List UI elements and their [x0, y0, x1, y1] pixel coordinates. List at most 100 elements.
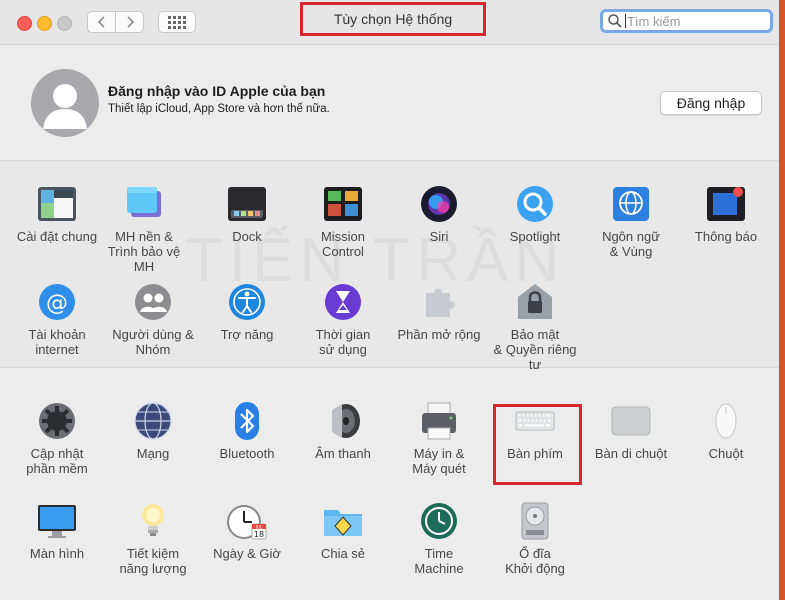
navigation-buttons	[87, 11, 144, 33]
trackpad-icon	[611, 406, 651, 436]
item-label: Bàn phím	[507, 446, 563, 461]
mouse-icon	[715, 403, 737, 439]
pref-security-privacy[interactable]: Bảo mật & Quyền riêng tư	[487, 281, 583, 372]
item-label: Thông báo	[694, 229, 758, 244]
pref-desktop-screensaver[interactable]: MH nền & Trình bảo vệ MH	[96, 183, 192, 274]
notifications-icon	[707, 187, 745, 221]
window-title: Tùy chọn Hệ thống	[300, 2, 486, 36]
siri-icon	[421, 186, 457, 222]
show-all-button[interactable]	[158, 11, 196, 33]
pref-software-update[interactable]: Cập nhật phần mềm	[9, 400, 105, 476]
energy-saver-icon	[142, 504, 164, 536]
pref-startup-disk[interactable]: Ổ đĩa Khởi động	[487, 500, 583, 576]
close-window-button[interactable]	[17, 16, 32, 31]
pref-bluetooth[interactable]: Bluetooth	[199, 400, 295, 461]
item-label: Thời gian sử dụng	[315, 327, 371, 357]
sharing-icon	[324, 510, 362, 536]
pref-mission-control[interactable]: Mission Control	[295, 183, 391, 259]
item-label: Tài khoản internet	[28, 327, 86, 357]
pref-general[interactable]: Cài đặt chung	[9, 183, 105, 244]
item-label: Spotlight	[509, 229, 561, 244]
pref-sharing[interactable]: Chia sẻ	[295, 500, 391, 561]
avatar[interactable]	[31, 69, 99, 137]
item-label: Ngày & Giờ	[213, 546, 281, 561]
item-label: Ổ đĩa Khởi động	[505, 546, 565, 576]
pref-siri[interactable]: Siri	[391, 183, 487, 244]
item-label: Màn hình	[29, 546, 85, 561]
pref-energy-saver[interactable]: Tiết kiệm năng lượng	[105, 500, 201, 576]
apple-id-section: Đăng nhập vào ID Apple của bạn Thiết lập…	[0, 45, 779, 161]
pref-trackpad[interactable]: Bàn di chuột	[583, 400, 679, 461]
minimize-window-button[interactable]	[37, 16, 52, 31]
security-privacy-icon	[518, 284, 552, 319]
svg-text:@: @	[46, 291, 68, 316]
startup-disk-icon	[521, 502, 549, 540]
bluetooth-icon	[235, 402, 259, 440]
mission-control-icon	[324, 187, 362, 221]
spotlight-icon	[517, 186, 553, 222]
apple-id-title: Đăng nhập vào ID Apple của bạn	[108, 83, 326, 99]
pref-keyboard[interactable]: Bàn phím	[487, 400, 583, 461]
item-label: Người dùng & Nhóm	[112, 327, 194, 357]
accessibility-icon	[229, 284, 265, 320]
keyboard-icon	[515, 411, 555, 431]
pref-spotlight[interactable]: Spotlight	[487, 183, 583, 244]
pref-screen-time[interactable]: Thời gian sử dụng	[295, 281, 391, 357]
search-field[interactable]: Tìm kiếm	[600, 9, 773, 33]
screen-time-icon	[325, 284, 361, 320]
general-icon	[38, 187, 76, 221]
pref-printers-scanners[interactable]: Máy in & Máy quét	[391, 400, 487, 476]
pref-displays[interactable]: Màn hình	[9, 500, 105, 561]
sound-icon	[332, 404, 360, 438]
pref-internet-accounts[interactable]: @ Tài khoản internet	[9, 281, 105, 357]
pref-time-machine[interactable]: Time Machine	[391, 500, 487, 576]
system-preferences-window: Tùy chọn Hệ thống Tìm kiếm Đăng nhập vào…	[0, 0, 779, 600]
item-label: Bảo mật & Quyền riêng tư	[493, 327, 577, 372]
user-silhouette-icon	[43, 84, 87, 129]
date-time-icon: JUL 18	[227, 505, 267, 540]
zoom-window-button[interactable]	[57, 16, 72, 31]
software-update-icon	[39, 403, 75, 439]
pref-date-time[interactable]: JUL 18 Ngày & Giờ	[199, 500, 295, 561]
pref-language-region[interactable]: Ngôn ngữ & Vùng	[583, 183, 679, 259]
title-bar: Tùy chọn Hệ thống Tìm kiếm	[0, 0, 779, 45]
displays-icon	[38, 505, 76, 538]
item-label: Time Machine	[414, 546, 464, 576]
pref-sound[interactable]: Âm thanh	[295, 400, 391, 461]
item-label: Cài đặt chung	[16, 229, 98, 244]
time-machine-icon	[421, 503, 457, 539]
dock-icon	[228, 187, 266, 221]
pref-users-groups[interactable]: Người dùng & Nhóm	[105, 281, 201, 357]
item-label: Mission Control	[320, 229, 366, 259]
chevron-left-icon	[97, 16, 105, 28]
back-button[interactable]	[87, 11, 116, 33]
item-label: Chia sẻ	[320, 546, 366, 561]
chevron-right-icon	[126, 16, 134, 28]
item-label: Cập nhật phần mềm	[26, 446, 88, 476]
pref-dock[interactable]: Dock	[199, 183, 295, 244]
internet-accounts-icon: @	[39, 284, 75, 320]
item-label: Tiết kiệm năng lượng	[119, 546, 187, 576]
grid-icon	[168, 15, 186, 29]
item-label: Trợ năng	[220, 327, 274, 342]
pref-extensions[interactable]: Phần mở rộng	[391, 281, 487, 342]
pref-accessibility[interactable]: Trợ năng	[199, 281, 295, 342]
sign-in-button[interactable]: Đăng nhập	[660, 91, 762, 115]
apple-id-subtitle: Thiết lập iCloud, App Store và hơn thế n…	[108, 103, 330, 115]
pref-notifications[interactable]: Thông báo	[678, 183, 774, 244]
item-label: Ngôn ngữ & Vùng	[602, 229, 660, 259]
item-label: Mạng	[136, 446, 170, 461]
desktop-screensaver-icon	[127, 187, 161, 217]
pref-mouse[interactable]: Chuột	[678, 400, 774, 461]
item-label: Máy in & Máy quét	[412, 446, 466, 476]
pref-network[interactable]: Mạng	[105, 400, 201, 461]
calendar-month: JUL	[255, 525, 263, 530]
printers-scanners-icon	[422, 402, 456, 440]
item-label: Chuột	[708, 446, 744, 461]
item-label: Dock	[232, 229, 262, 244]
search-placeholder: Tìm kiếm	[627, 13, 681, 29]
text-cursor	[625, 14, 626, 28]
item-label: Bluetooth	[219, 446, 275, 461]
extensions-icon	[426, 288, 455, 317]
forward-button[interactable]	[116, 11, 144, 33]
